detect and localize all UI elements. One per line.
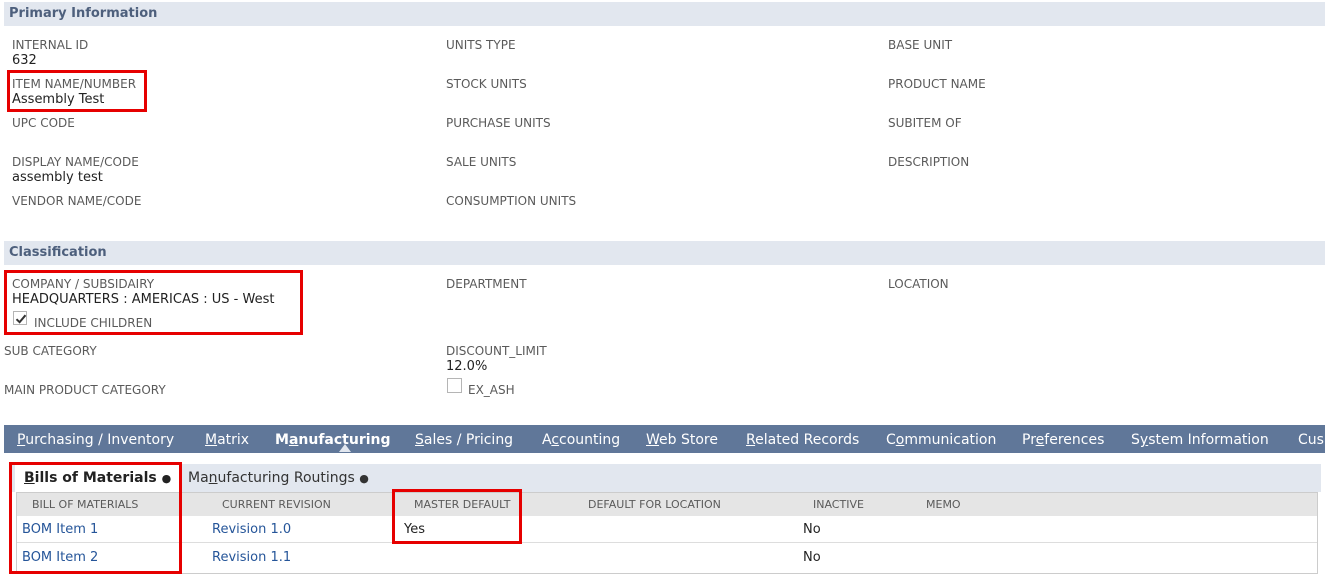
bom-table-header: BILL OF MATERIALS CURRENT REVISION MASTE… [17, 493, 1317, 516]
purchase-units-label: PURCHASE UNITS [446, 116, 551, 130]
subtab-manufacturing-routings[interactable]: Manufacturing Routings ● [188, 464, 369, 492]
tab-preferences[interactable]: Preferences [1022, 425, 1104, 453]
highlight-box-item-name [7, 70, 147, 112]
internal-id-label: INTERNAL ID [12, 38, 89, 52]
ex-ash-checkbox[interactable] [447, 378, 462, 393]
upc-code-label: UPC CODE [12, 116, 75, 130]
inactive-value: No [803, 522, 821, 537]
department-label: DEPARTMENT [446, 277, 527, 291]
classification-header: Classification [4, 241, 1325, 265]
ex-ash-label: EX_ASH [468, 383, 515, 397]
header-default-for-location[interactable]: DEFAULT FOR LOCATION [588, 493, 721, 516]
display-name-value: assembly test [12, 170, 103, 185]
header-memo[interactable]: MEMO [926, 493, 961, 516]
tab-system-information[interactable]: System Information [1131, 425, 1269, 453]
tab-custom-truncated[interactable]: Cus [1298, 425, 1324, 453]
subtab-bar: Bills of Materials ● Manufacturing Routi… [9, 464, 1321, 492]
tab-manufacturing[interactable]: Manufacturing [275, 425, 391, 453]
table-row[interactable]: BOM Item 1 Revision 1.0 Yes No [17, 516, 1317, 543]
tab-related-records[interactable]: Related Records [746, 425, 859, 453]
sub-category-label: SUB CATEGORY [4, 344, 97, 358]
tab-matrix[interactable]: Matrix [205, 425, 249, 453]
internal-id-value: 632 [12, 53, 37, 68]
inactive-value: No [803, 550, 821, 565]
tab-web-store[interactable]: Web Store [646, 425, 718, 453]
header-current-revision[interactable]: CURRENT REVISION [222, 493, 331, 516]
primary-information-header: Primary Information [4, 2, 1325, 26]
base-unit-label: BASE UNIT [888, 38, 953, 52]
location-label: LOCATION [888, 277, 949, 291]
revision-link[interactable]: Revision 1.0 [212, 516, 291, 543]
subitem-of-label: SUBITEM OF [888, 116, 962, 130]
vendor-name-label: VENDOR NAME/CODE [12, 194, 142, 208]
stock-units-label: STOCK UNITS [446, 77, 527, 91]
tab-accounting[interactable]: Accounting [542, 425, 620, 453]
active-tab-caret [339, 444, 351, 452]
description-label: DESCRIPTION [888, 155, 970, 169]
primary-information-title: Primary Information [9, 6, 158, 21]
product-name-label: PRODUCT NAME [888, 77, 986, 91]
display-name-label: DISPLAY NAME/CODE [12, 155, 139, 169]
consumption-units-label: CONSUMPTION UNITS [446, 194, 577, 208]
table-row[interactable]: BOM Item 2 Revision 1.1 No [17, 544, 1317, 571]
tab-sales-pricing[interactable]: Sales / Pricing [415, 425, 513, 453]
tab-purchasing-inventory[interactable]: Purchasing / Inventory [17, 425, 174, 453]
classification-title: Classification [9, 245, 107, 260]
header-inactive[interactable]: INACTIVE [813, 493, 864, 516]
discount-limit-label: DISCOUNT_LIMIT [446, 344, 547, 358]
units-type-label: UNITS TYPE [446, 38, 516, 52]
sale-units-label: SALE UNITS [446, 155, 517, 169]
discount-limit-value: 12.0% [446, 359, 488, 374]
tab-communication[interactable]: Communication [886, 425, 996, 453]
main-product-category-label: MAIN PRODUCT CATEGORY [4, 383, 166, 397]
main-tab-bar: Purchasing / Inventory Matrix Manufactur… [4, 425, 1325, 453]
highlight-box-company [4, 270, 303, 335]
highlight-box-bills-of-materials [9, 462, 182, 574]
revision-link[interactable]: Revision 1.1 [212, 544, 291, 571]
highlight-box-master-default [392, 489, 522, 544]
